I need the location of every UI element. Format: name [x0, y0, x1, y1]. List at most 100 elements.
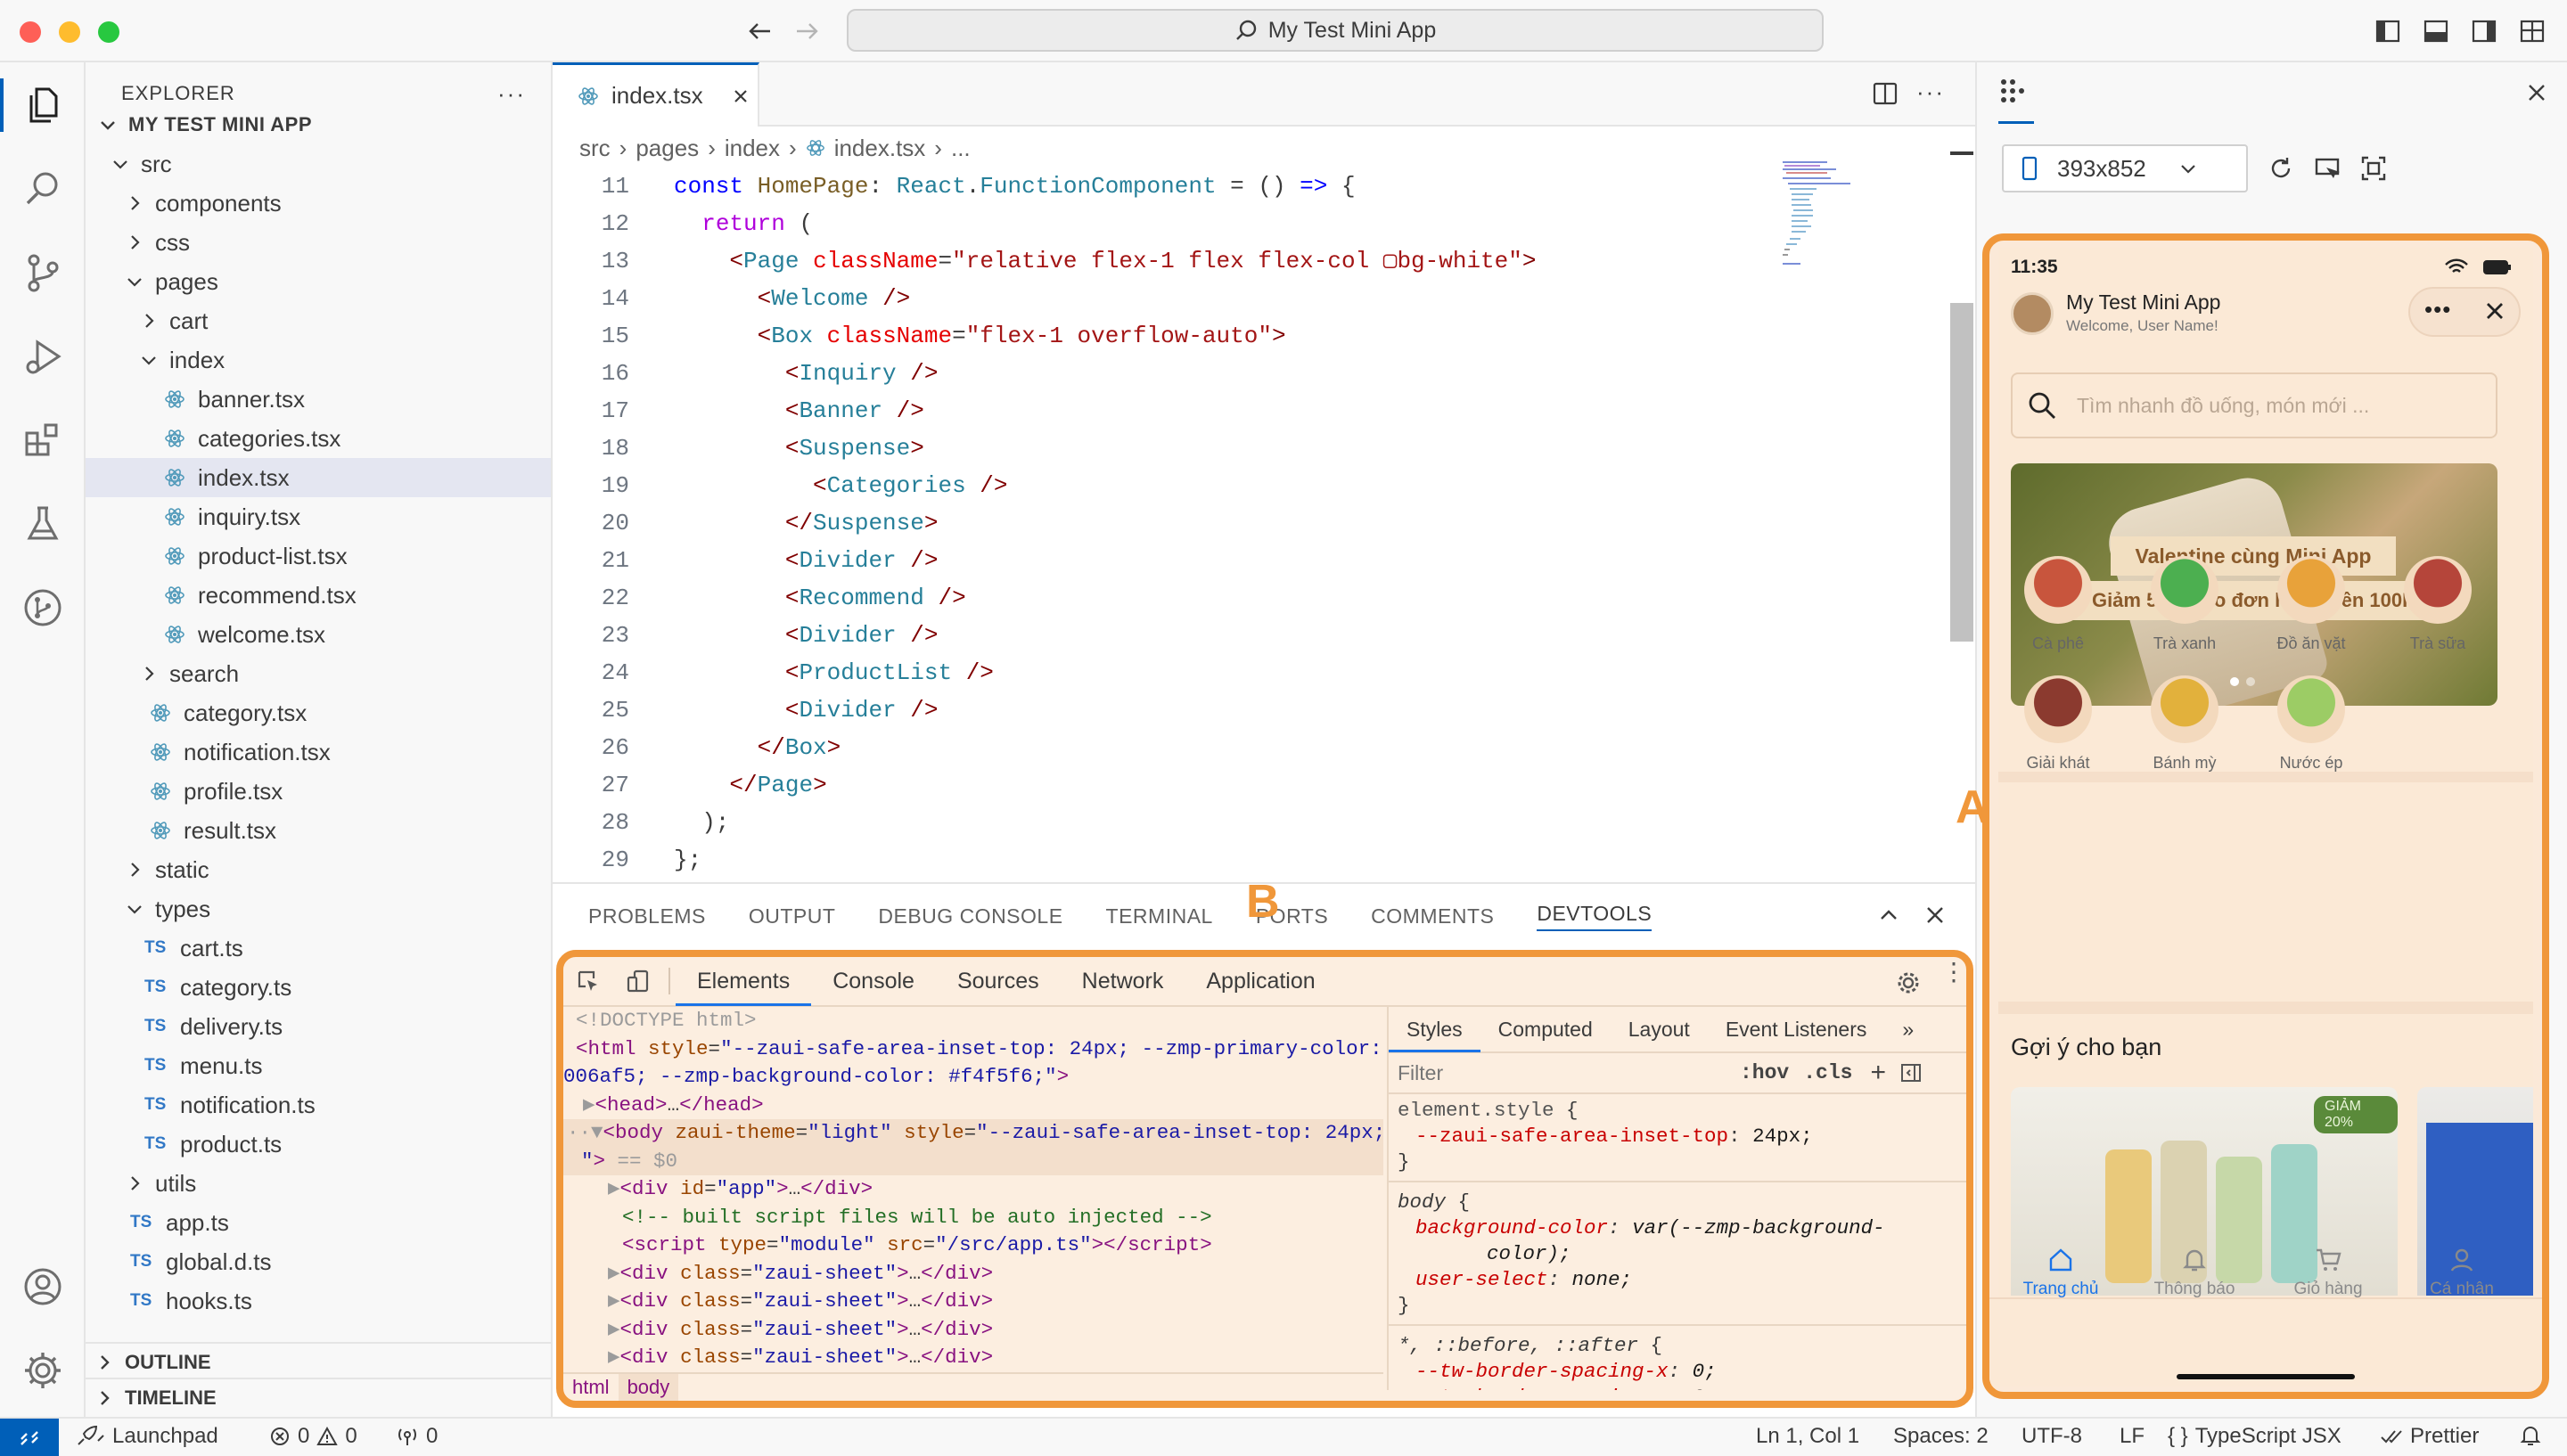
rotate-device-icon[interactable]	[2268, 155, 2294, 182]
problems-item[interactable]: 0 0	[269, 1424, 357, 1449]
tree-file[interactable]: notification.tsx	[86, 732, 551, 772]
tree-folder[interactable]: index	[86, 340, 551, 380]
devtools-settings-gear-icon[interactable]	[1895, 969, 1922, 996]
dom-node[interactable]: <!DOCTYPE html>	[563, 1007, 1383, 1035]
accounts-icon[interactable]	[16, 1260, 70, 1313]
command-center-search[interactable]: My Test Mini App	[847, 9, 1824, 52]
maximize-panel-icon[interactable]	[1877, 904, 1900, 927]
tree-file[interactable]: TS hooks.ts	[86, 1281, 551, 1321]
tree-file[interactable]: index.tsx	[86, 458, 551, 497]
dom-node[interactable]: ▶<head>…</head>	[563, 1092, 1383, 1120]
launchpad-item[interactable]: Launchpad	[75, 1424, 218, 1449]
styles-tab-event-listeners[interactable]: Event Listeners	[1708, 1007, 1885, 1052]
devtools-tab-elements[interactable]: Elements	[676, 957, 812, 1006]
minimize-window-button[interactable]	[59, 21, 80, 43]
device-toggle-icon[interactable]	[613, 969, 663, 994]
dom-node[interactable]: ▶<div id="app">…</div>	[563, 1175, 1383, 1204]
timeline-section[interactable]: TIMELINE	[86, 1378, 551, 1417]
close-app-icon[interactable]	[2483, 299, 2506, 323]
language-mode[interactable]: { } TypeScript JSX	[2168, 1424, 2341, 1449]
category-item[interactable]: Trà xanh	[2127, 556, 2243, 653]
tree-folder[interactable]: cart	[86, 301, 551, 340]
tab-index-tsx[interactable]: index.tsx	[553, 62, 759, 127]
outline-section[interactable]: OUTLINE	[86, 1342, 551, 1381]
tree-file[interactable]: product-list.tsx	[86, 536, 551, 576]
breadcrumb-index[interactable]: index	[725, 135, 780, 162]
tree-file[interactable]: TS app.ts	[86, 1203, 551, 1242]
tree-folder[interactable]: utils	[86, 1164, 551, 1203]
tree-file[interactable]: TS notification.ts	[86, 1085, 551, 1125]
toggle-primary-sidebar-icon[interactable]	[2374, 18, 2401, 45]
editor-scrollbar[interactable]	[1950, 303, 1973, 642]
tree-folder[interactable]: css	[86, 223, 551, 262]
nav-notifications[interactable]: Thông báo	[2132, 1246, 2257, 1299]
screenshot-icon[interactable]	[2360, 155, 2387, 182]
tree-file[interactable]: welcome.tsx	[86, 615, 551, 654]
prettier-item[interactable]: Prettier	[2380, 1424, 2479, 1449]
extensions-icon[interactable]	[16, 413, 70, 467]
code-editor[interactable]: 11 const HomePage: React.FunctionComponen…	[553, 168, 1975, 880]
dom-node[interactable]: <script type="module" src="/src/app.ts">…	[563, 1231, 1383, 1260]
tree-file[interactable]: recommend.tsx	[86, 576, 551, 615]
breadcrumb-pages[interactable]: pages	[636, 135, 699, 162]
run-debug-icon[interactable]	[16, 330, 70, 383]
tree-folder[interactable]: pages	[86, 262, 551, 301]
tree-file[interactable]: profile.tsx	[86, 772, 551, 811]
category-item[interactable]: Giải khát	[2000, 675, 2116, 773]
minimap[interactable]	[1781, 159, 1861, 292]
category-item[interactable]: Đồ ăn vặt	[2253, 556, 2369, 653]
tab-terminal[interactable]: TERMINAL	[1106, 904, 1213, 928]
device-size-select[interactable]: 393x852	[2002, 144, 2248, 192]
back-arrow-icon[interactable]	[747, 18, 774, 45]
tree-file[interactable]: TS delivery.ts	[86, 1007, 551, 1046]
tree-file[interactable]: banner.tsx	[86, 380, 551, 419]
more-tabs-icon[interactable]: »	[1884, 1007, 1931, 1052]
indentation[interactable]: Spaces: 2	[1893, 1424, 1989, 1449]
end-of-line[interactable]: LF	[2120, 1424, 2145, 1449]
toggle-panel-icon[interactable]	[2423, 18, 2449, 45]
explorer-more-icon[interactable]: ···	[497, 80, 526, 108]
add-rule-icon[interactable]: +	[1870, 1058, 1886, 1088]
close-tab-icon[interactable]	[732, 87, 750, 105]
styles-rules[interactable]: element.style { --zaui-safe-area-inset-t…	[1389, 1094, 1966, 1390]
styles-tab-computed[interactable]: Computed	[1480, 1007, 1611, 1052]
styles-tab-styles[interactable]: Styles	[1389, 1007, 1480, 1052]
forward-arrow-icon[interactable]	[793, 18, 820, 45]
hov-toggle[interactable]: :hov	[1740, 1061, 1789, 1084]
screen-cast-icon[interactable]	[2314, 155, 2341, 182]
inspect-element-icon[interactable]	[563, 969, 613, 994]
close-panel-icon[interactable]	[1923, 904, 1947, 927]
dom-node[interactable]: <html style="--zaui-safe-area-inset-top:…	[563, 1035, 1383, 1064]
dom-node[interactable]: <!-- built script files will be auto inj…	[563, 1204, 1383, 1232]
remote-indicator[interactable]	[0, 1419, 59, 1456]
devtools-tab-network[interactable]: Network	[1061, 957, 1185, 1006]
toggle-secondary-sidebar-icon[interactable]	[2471, 18, 2497, 45]
encoding[interactable]: UTF-8	[2022, 1424, 2082, 1449]
explorer-icon[interactable]	[16, 78, 70, 132]
tree-file[interactable]: TS menu.ts	[86, 1046, 551, 1085]
nav-home[interactable]: Trang chủ	[1998, 1246, 2123, 1299]
tab-problems[interactable]: PROBLEMS	[588, 904, 706, 928]
tree-file[interactable]: inquiry.tsx	[86, 497, 551, 536]
dom-node[interactable]: ▶<div class="zaui-sheet">…</div>	[563, 1316, 1383, 1345]
breadcrumb-file[interactable]: index.tsx	[834, 135, 926, 162]
editor-more-icon[interactable]: ···	[1916, 78, 1945, 106]
tree-file[interactable]: category.tsx	[86, 693, 551, 732]
cursor-position[interactable]: Ln 1, Col 1	[1756, 1424, 1859, 1449]
devtools-tab-application[interactable]: Application	[1185, 957, 1336, 1006]
tree-folder[interactable]: static	[86, 850, 551, 889]
search-icon[interactable]	[16, 162, 70, 216]
split-editor-icon[interactable]	[1872, 80, 1899, 107]
tree-file[interactable]: TS product.ts	[86, 1125, 551, 1164]
tree-file[interactable]: result.tsx	[86, 811, 551, 850]
source-control-icon[interactable]	[16, 246, 70, 299]
customize-layout-icon[interactable]	[2519, 18, 2546, 45]
ports-item[interactable]: 0	[396, 1424, 438, 1449]
tree-folder[interactable]: types	[86, 889, 551, 928]
more-options-icon[interactable]: •••	[2424, 296, 2451, 323]
tree-folder[interactable]: components	[86, 184, 551, 223]
close-window-button[interactable]	[20, 21, 41, 43]
notifications-bell-icon[interactable]	[2519, 1424, 2542, 1447]
close-simulator-icon[interactable]	[2526, 82, 2547, 103]
tree-file[interactable]: TS global.d.ts	[86, 1242, 551, 1281]
